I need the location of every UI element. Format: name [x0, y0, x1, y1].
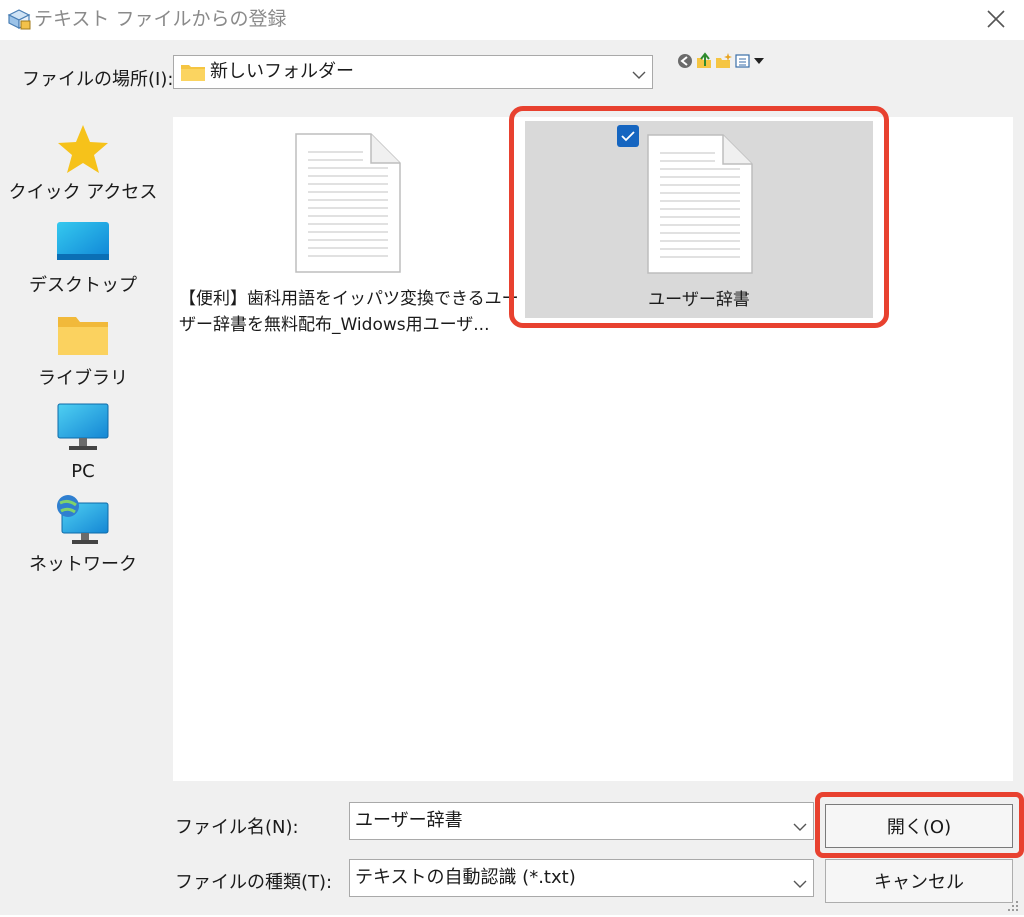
- place-network[interactable]: ネットワーク: [2, 493, 164, 585]
- file-name-label: ファイル名(N):: [175, 817, 299, 838]
- file-type-label: ファイルの種類(T):: [175, 872, 333, 893]
- place-label: ライブラリ: [38, 368, 128, 389]
- file-list[interactable]: 【便利】歯科用語をイッパツ変換できるユー ザー辞書を無料配布_Widows用ユー…: [173, 117, 1013, 781]
- back-button[interactable]: [676, 52, 694, 70]
- look-in-dropdown[interactable]: 新しいフォルダー: [173, 55, 653, 89]
- view-menu-icon: [735, 54, 764, 68]
- desktop-icon: [54, 214, 112, 272]
- place-pc[interactable]: PC: [2, 400, 164, 492]
- file-type-value: テキストの自動認識 (*.txt): [355, 867, 576, 888]
- up-folder-icon: [697, 52, 711, 68]
- title-bar: テキスト ファイルからの登録: [0, 0, 1024, 40]
- text-file-icon: [293, 132, 403, 274]
- file-name: 【便利】歯科用語をイッパツ変換できるユー ザー辞書を無料配布_Widows用ユー…: [179, 286, 519, 338]
- place-label: デスクトップ: [29, 275, 137, 296]
- text-file-icon: [645, 133, 755, 275]
- place-label: PC: [71, 461, 95, 482]
- folder-icon: [54, 307, 112, 365]
- view-menu-button[interactable]: [735, 52, 767, 70]
- close-button[interactable]: [978, 2, 1014, 36]
- file-name-line: ザー辞書を無料配布_Widows用ユーザ...: [179, 315, 490, 335]
- window-title: テキスト ファイルからの登録: [34, 8, 287, 30]
- file-name-input[interactable]: ユーザー辞書: [349, 802, 814, 840]
- open-button[interactable]: 開く(O): [825, 804, 1013, 848]
- chevron-down-icon: [793, 874, 807, 888]
- file-item[interactable]: 【便利】歯科用語をイッパツ変換できるユー ザー辞書を無料配布_Widows用ユー…: [173, 117, 523, 357]
- places-bar: クイック アクセス デスクトップ ライブラリ PC ネットワーク: [2, 117, 164, 779]
- file-type-dropdown[interactable]: テキストの自動認識 (*.txt): [349, 859, 814, 897]
- checkmark-icon: [621, 131, 635, 142]
- place-label: ネットワーク: [29, 554, 137, 575]
- selection-checkbox[interactable]: [617, 125, 639, 147]
- back-icon: [678, 54, 692, 68]
- close-icon: [987, 10, 1005, 28]
- look-in-value: 新しいフォルダー: [210, 61, 354, 82]
- new-folder-icon: [716, 53, 732, 68]
- chevron-down-icon[interactable]: [793, 817, 807, 831]
- monitor-icon: [54, 400, 112, 458]
- place-desktop[interactable]: デスクトップ: [2, 214, 164, 306]
- app-dictionary-icon: [6, 6, 32, 32]
- file-name-value: ユーザー辞書: [355, 810, 463, 831]
- file-name-line: 【便利】歯科用語をイッパツ変換できるユー: [179, 289, 519, 309]
- star-icon: [54, 121, 112, 179]
- up-folder-button[interactable]: [695, 52, 713, 70]
- look-in-label: ファイルの場所(I):: [22, 69, 174, 90]
- place-quick-access[interactable]: クイック アクセス: [2, 121, 164, 213]
- folder-icon: [180, 62, 206, 82]
- place-libraries[interactable]: ライブラリ: [2, 307, 164, 399]
- new-folder-button[interactable]: [715, 52, 733, 70]
- resize-grip-icon[interactable]: [1006, 898, 1020, 912]
- place-label: クイック アクセス: [8, 182, 158, 203]
- file-name: ユーザー辞書: [648, 290, 750, 310]
- chevron-down-icon: [632, 66, 646, 79]
- network-icon: [54, 493, 112, 551]
- cancel-button[interactable]: キャンセル: [825, 859, 1013, 903]
- file-item-selected[interactable]: ユーザー辞書: [525, 121, 873, 318]
